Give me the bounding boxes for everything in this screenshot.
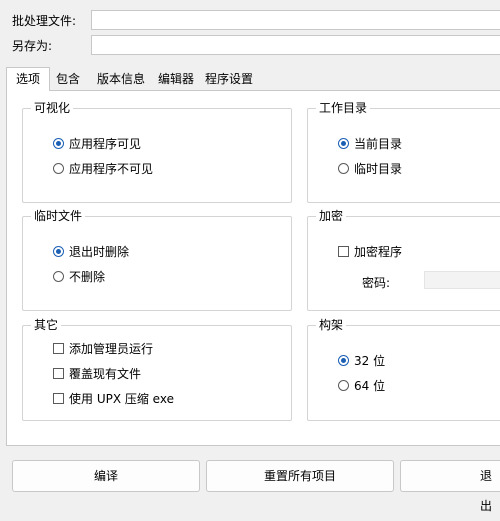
tab-editor[interactable]: 编辑器 <box>153 69 199 90</box>
current-dir-radio[interactable]: 当前目录 <box>338 135 402 152</box>
tempfiles-group: 临时文件 退出时删除 不删除 <box>22 209 292 311</box>
exit-button[interactable]: 退出 <box>400 460 500 513</box>
use-upx-checkbox[interactable]: 使用 UPX 压缩 exe <box>53 390 174 407</box>
app-invisible-label: 应用程序不可见 <box>69 162 154 176</box>
encryption-group-title: 加密 <box>316 209 347 223</box>
arch-32-radio[interactable]: 32 位 <box>338 352 385 369</box>
arch-group: 构架 32 位 64 位 <box>307 318 500 421</box>
visibility-group-title: 可视化 <box>31 101 74 115</box>
tab-include[interactable]: 包含 <box>51 69 85 90</box>
radio-selected-icon <box>338 355 349 366</box>
tempfiles-group-title: 临时文件 <box>31 209 86 223</box>
radio-empty-icon <box>338 163 349 174</box>
save-as-input[interactable] <box>91 35 500 55</box>
temp-dir-radio[interactable]: 临时目录 <box>338 160 402 177</box>
other-group-title: 其它 <box>31 318 62 332</box>
reset-all-button[interactable]: 重置所有项目 <box>206 460 394 492</box>
checkbox-unchecked-icon <box>53 343 64 354</box>
delete-on-exit-label: 退出时删除 <box>69 245 130 259</box>
arch-64-radio[interactable]: 64 位 <box>338 377 385 394</box>
radio-selected-icon <box>53 246 64 257</box>
add-admin-checkbox[interactable]: 添加管理员运行 <box>53 340 153 357</box>
batch-file-input[interactable] <box>91 10 500 30</box>
radio-selected-icon <box>338 138 349 149</box>
add-admin-label: 添加管理员运行 <box>69 342 154 356</box>
radio-empty-icon <box>338 380 349 391</box>
workdir-group: 工作目录 当前目录 临时目录 <box>307 101 500 203</box>
password-label: 密码: <box>362 276 391 290</box>
no-delete-label: 不删除 <box>69 270 106 284</box>
radio-empty-icon <box>53 271 64 282</box>
compile-button[interactable]: 编译 <box>12 460 200 492</box>
radio-empty-icon <box>53 163 64 174</box>
arch-32-label: 32 位 <box>354 354 386 368</box>
other-group: 其它 添加管理员运行 覆盖现有文件 使用 UPX 压缩 exe <box>22 318 292 421</box>
app-invisible-radio[interactable]: 应用程序不可见 <box>53 160 153 177</box>
overwrite-checkbox[interactable]: 覆盖现有文件 <box>53 365 141 382</box>
checkbox-unchecked-icon <box>53 393 64 404</box>
overwrite-label: 覆盖现有文件 <box>69 367 142 381</box>
options-panel: 可视化 应用程序可见 应用程序不可见 工作目录 当前目录 临时目录 临时文件 退… <box>6 90 500 446</box>
batch-file-label: 批处理文件: <box>12 14 77 28</box>
checkbox-unchecked-icon <box>53 368 64 379</box>
visibility-group: 可视化 应用程序可见 应用程序不可见 <box>22 101 292 203</box>
encrypt-program-checkbox[interactable]: 加密程序 <box>338 243 402 260</box>
arch-group-title: 构架 <box>316 318 347 332</box>
use-upx-label: 使用 UPX 压缩 exe <box>69 392 174 406</box>
workdir-group-title: 工作目录 <box>316 101 371 115</box>
tab-options[interactable]: 选项 <box>6 67 50 91</box>
checkbox-unchecked-icon <box>338 246 349 257</box>
save-as-label: 另存为: <box>12 39 53 53</box>
tab-version-info[interactable]: 版本信息 <box>92 69 150 90</box>
temp-dir-label: 临时目录 <box>354 162 403 176</box>
radio-selected-icon <box>53 138 64 149</box>
no-delete-radio[interactable]: 不删除 <box>53 268 105 285</box>
current-dir-label: 当前目录 <box>354 137 403 151</box>
tab-program-settings[interactable]: 程序设置 <box>201 69 257 90</box>
app-visible-label: 应用程序可见 <box>69 137 142 151</box>
encrypt-program-label: 加密程序 <box>354 245 403 259</box>
password-input[interactable] <box>424 271 500 289</box>
delete-on-exit-radio[interactable]: 退出时删除 <box>53 243 129 260</box>
arch-64-label: 64 位 <box>354 379 386 393</box>
app-visible-radio[interactable]: 应用程序可见 <box>53 135 141 152</box>
encryption-group: 加密 加密程序 密码: <box>307 209 500 311</box>
